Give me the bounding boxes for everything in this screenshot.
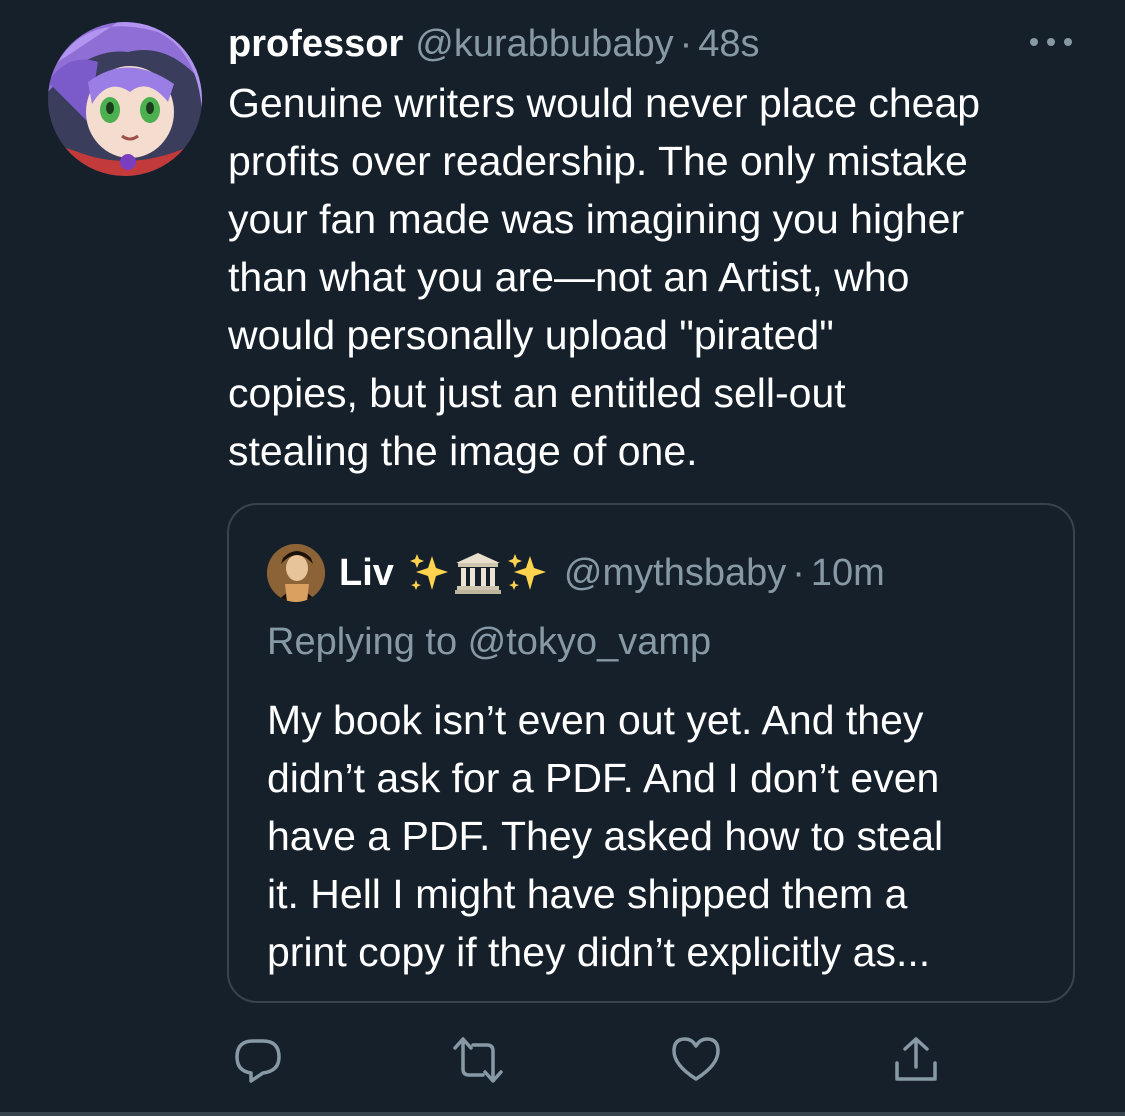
quoted-avatar — [267, 544, 325, 602]
retweet-button[interactable] — [448, 1030, 508, 1090]
quoted-text-line: it. Hell I might have shipped them a — [267, 871, 908, 917]
quoted-text-line: print copy if they didn’t explicitly as.… — [267, 929, 931, 975]
timestamp[interactable]: 48s — [698, 23, 759, 66]
avatar[interactable] — [48, 22, 202, 176]
display-name[interactable]: professor — [228, 23, 403, 66]
quoted-text-line: didn’t ask for a PDF. And I don’t even — [267, 755, 940, 801]
quoted-tweet-header: Liv @mythsbaby · 10m — [267, 543, 885, 603]
share-icon — [895, 1037, 937, 1081]
tweet-text-line: Genuine writers would never place cheap — [228, 80, 981, 126]
like-button[interactable] — [666, 1030, 726, 1090]
tweet-text-line: stealing the image of one. — [228, 428, 698, 474]
replying-to[interactable]: Replying to @tokyo_vamp — [267, 621, 711, 664]
quoted-handle[interactable]: @mythsbaby — [564, 552, 786, 595]
action-bar — [228, 1030, 948, 1090]
sparkles-icon — [507, 554, 546, 590]
share-button[interactable] — [886, 1030, 946, 1090]
separator: · — [679, 22, 693, 65]
quoted-tweet-text: My book isn’t even out yet. And they did… — [267, 691, 1057, 981]
tweet-text-line: than what you are—not an Artist, who — [228, 254, 910, 300]
quoted-text-line: My book isn’t even out yet. And they — [267, 697, 924, 743]
tweet-text-line: profits over readership. The only mistak… — [228, 138, 968, 184]
quoted-tweet[interactable]: Liv @mythsbaby · 10m Replying to @tokyo_… — [227, 503, 1075, 1003]
handle[interactable]: @kurabbubaby — [415, 23, 673, 66]
reply-icon — [235, 1039, 281, 1083]
tweet-text-line: copies, but just an entitled sell-out — [228, 370, 846, 416]
quoted-display-name[interactable]: Liv — [339, 552, 394, 595]
quoted-text-line: have a PDF. They asked how to steal — [267, 813, 944, 859]
retweet-icon — [453, 1037, 503, 1083]
sparkles-icon — [409, 554, 448, 590]
quoted-avatar-image — [267, 544, 325, 602]
more-options-button[interactable] — [1024, 22, 1078, 62]
avatar-image — [48, 22, 202, 176]
classical-building-icon — [454, 553, 501, 594]
tweet-text: Genuine writers would never place cheap … — [228, 74, 1098, 480]
tweet[interactable]: professor @kurabbubaby · 48s Genuine wri… — [0, 0, 1125, 1116]
tweet-header: professor @kurabbubaby · 48s — [228, 18, 760, 70]
more-icon — [1030, 38, 1072, 46]
tweet-text-line: would personally upload "pirated" — [228, 312, 834, 358]
name-emojis — [408, 551, 548, 595]
quoted-separator: · — [792, 551, 805, 594]
tweet-text-line: your fan made was imagining you higher — [228, 196, 965, 242]
like-icon — [672, 1037, 720, 1081]
reply-button[interactable] — [228, 1030, 288, 1090]
divider — [0, 1112, 1125, 1116]
quoted-timestamp[interactable]: 10m — [811, 552, 885, 595]
